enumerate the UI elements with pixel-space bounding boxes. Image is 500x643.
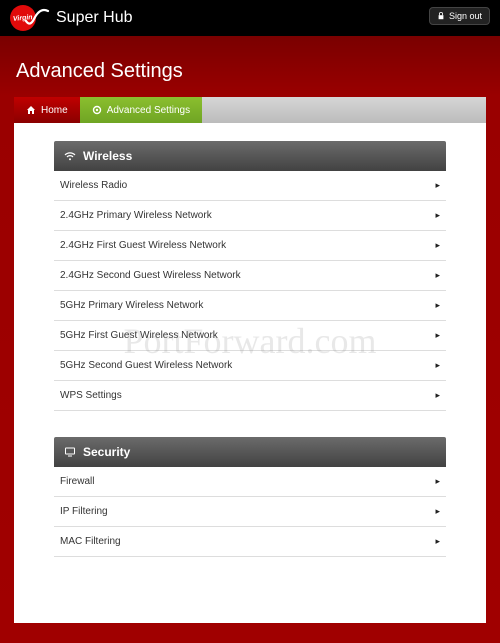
section-wireless-header: Wireless: [54, 141, 446, 171]
row-label: WPS Settings: [60, 390, 122, 401]
chevron-right-icon: ▸: [435, 360, 440, 371]
row-label: 5GHz First Guest Wireless Network: [60, 330, 218, 341]
section-security-title: Security: [83, 445, 130, 459]
wireless-row[interactable]: 5GHz First Guest Wireless Network ▸: [54, 321, 446, 351]
chevron-right-icon: ▸: [435, 536, 440, 547]
chevron-right-icon: ▸: [435, 476, 440, 487]
wireless-row[interactable]: WPS Settings ▸: [54, 381, 446, 411]
chevron-right-icon: ▸: [435, 300, 440, 311]
chevron-right-icon: ▸: [435, 180, 440, 191]
brand-title: Super Hub: [56, 9, 133, 27]
wifi-icon: [64, 150, 76, 162]
chevron-right-icon: ▸: [435, 330, 440, 341]
security-row[interactable]: Firewall ▸: [54, 467, 446, 497]
wireless-row[interactable]: 5GHz Primary Wireless Network ▸: [54, 291, 446, 321]
row-label: MAC Filtering: [60, 536, 121, 547]
sign-out-label: Sign out: [449, 11, 482, 21]
home-icon: [26, 105, 36, 115]
wireless-row[interactable]: 2.4GHz Second Guest Wireless Network ▸: [54, 261, 446, 291]
section-wireless: Wireless Wireless Radio ▸ 2.4GHz Primary …: [54, 141, 446, 411]
tab-advanced-label: Advanced Settings: [107, 105, 190, 116]
row-label: 2.4GHz Primary Wireless Network: [60, 210, 212, 221]
section-security-header: Security: [54, 437, 446, 467]
section-security: Security Firewall ▸ IP Filtering▸ MAC Fil…: [54, 437, 446, 557]
row-label: 2.4GHz First Guest Wireless Network: [60, 240, 226, 251]
logo: Virgin: [10, 5, 50, 31]
wireless-row[interactable]: 2.4GHz Primary Wireless Network ▸: [54, 201, 446, 231]
logo-swoosh-icon: [24, 7, 50, 29]
tab-home-label: Home: [41, 105, 68, 116]
chevron-right-icon: ▸: [435, 240, 440, 251]
row-label: 5GHz Primary Wireless Network: [60, 300, 203, 311]
row-label: Wireless Radio: [60, 180, 127, 191]
tab-bar: Home Advanced Settings: [14, 97, 486, 123]
chevron-right-icon: ▸: [435, 270, 440, 281]
page-title: Advanced Settings: [16, 60, 486, 83]
sign-out-button[interactable]: Sign out: [429, 7, 490, 25]
content-shell: Advanced Settings Home Advanced Settings…: [0, 36, 500, 643]
monitor-icon: [64, 446, 76, 458]
wireless-row[interactable]: Wireless Radio ▸: [54, 171, 446, 201]
security-row[interactable]: MAC Filtering ▸: [54, 527, 446, 557]
tab-home[interactable]: Home: [14, 97, 80, 123]
chevron-right-icon: ▸: [435, 390, 440, 401]
wireless-row[interactable]: 2.4GHz First Guest Wireless Network ▸: [54, 231, 446, 261]
chevron-right-icon: ▸: [435, 210, 440, 221]
row-label: 5GHz Second Guest Wireless Network: [60, 360, 232, 371]
lock-icon: [437, 12, 445, 20]
main-panel: Wireless Wireless Radio ▸ 2.4GHz Primary …: [14, 123, 486, 623]
row-label: Firewall: [60, 476, 94, 487]
tab-advanced-settings[interactable]: Advanced Settings: [80, 97, 202, 123]
gear-icon: [92, 105, 102, 115]
row-label: 2.4GHz Second Guest Wireless Network: [60, 270, 241, 281]
section-wireless-title: Wireless: [83, 149, 132, 163]
security-row[interactable]: IP Filtering▸: [54, 497, 446, 527]
top-bar: Virgin Super Hub Sign out: [0, 0, 500, 36]
wireless-row[interactable]: 5GHz Second Guest Wireless Network ▸: [54, 351, 446, 381]
